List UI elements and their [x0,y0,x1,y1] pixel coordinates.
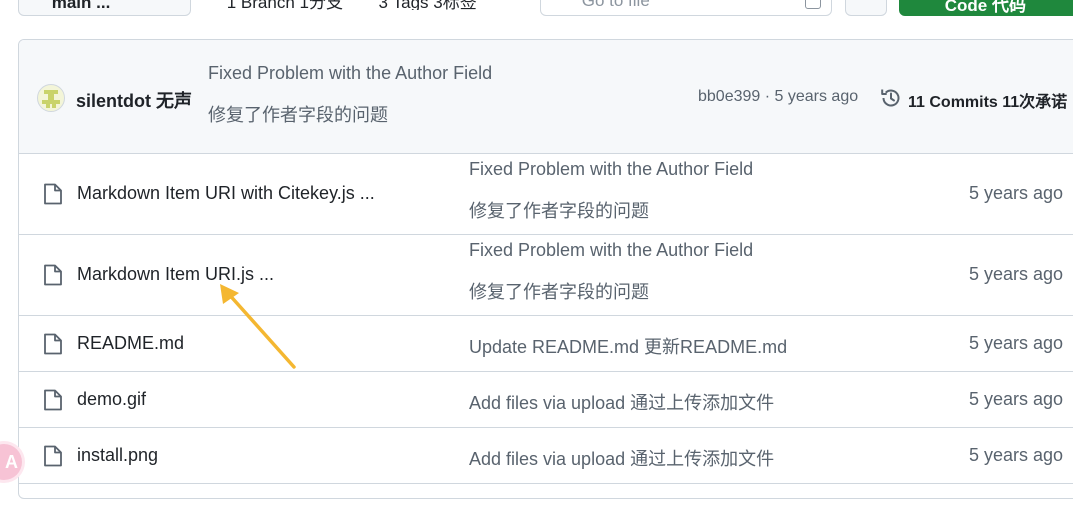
code-button[interactable]: Code 代码 [899,0,1073,16]
branch-count-link[interactable]: 1 Branch 1分支 [227,0,343,10]
go-to-file-input[interactable]: Go to file [540,0,832,16]
file-row[interactable]: README.md Update README.md 更新README.md 5… [19,316,1073,372]
file-icon [44,183,62,205]
branch-label: main [51,0,92,12]
file-name-link[interactable]: install.png [77,445,158,466]
commit-author[interactable]: silentdot 无声 [76,87,192,113]
file-commit-message[interactable]: Add files via upload 通过上传添加文件 [469,445,774,471]
tag-count-link[interactable]: 3 Tags 3标签 [378,0,476,10]
file-row[interactable]: Markdown Item URI with Citekey.js ... Fi… [19,154,1073,235]
file-row[interactable]: install.png Add files via upload 通过上传添加文… [19,428,1073,484]
file-commit-age: 5 years ago [968,445,1063,465]
branch-select-button[interactable]: main ... [18,0,191,16]
latest-commit-message-translation: 修复了作者字段的问题 [208,105,388,125]
file-name-link[interactable]: Markdown Item URI with Citekey.js ... [77,183,375,204]
file-commit-age: 5 years ago [968,183,1063,203]
file-commit-age: 5 years ago [968,264,1063,284]
file-commit-message[interactable]: Update README.md 更新README.md [469,333,787,359]
file-commit-message[interactable]: Fixed Problem with the Author Field [469,159,753,180]
file-icon [44,445,62,467]
add-file-button[interactable] [845,0,887,16]
code-button-label: Code 代码 [944,0,1026,15]
keyboard-shortcut-icon [805,0,821,9]
translate-icon-label: A [5,452,18,472]
file-commit-message-translation: 修复了作者字段的问题 [469,282,649,302]
file-name-link[interactable]: Markdown Item URI.js ... [77,264,274,285]
file-table: silentdot 无声 Fixed Problem with the Auth… [18,39,1073,499]
file-commit-age: 5 years ago [968,389,1063,409]
file-row[interactable]: demo.gif Add files via upload 通过上传添加文件 5… [19,372,1073,428]
go-to-file-placeholder: Go to file [581,0,650,10]
file-icon [44,264,62,286]
history-icon [881,89,900,107]
file-icon [44,389,62,411]
file-name-link[interactable]: demo.gif [77,389,146,410]
file-commit-message[interactable]: Add files via upload 通过上传添加文件 [469,389,774,415]
file-commit-message-translation: 修复了作者字段的问题 [469,201,649,221]
latest-commit-message[interactable]: Fixed Problem with the Author Field [208,63,492,84]
latest-commit-header: silentdot 无声 Fixed Problem with the Auth… [19,40,1073,154]
branch-tag-info: 1 Branch 1分支 3 Tags 3标签 [208,0,477,10]
avatar[interactable] [37,84,65,112]
file-commit-message[interactable]: Fixed Problem with the Author Field [469,240,753,261]
file-name-link[interactable]: README.md [77,333,184,354]
file-row[interactable]: Markdown Item URI.js ... Fixed Problem w… [19,235,1073,316]
commit-hash-age[interactable]: bb0e399 · 5 years ago [698,88,858,106]
commits-link[interactable]: 11 Commits 11次承诺 [908,88,1067,112]
file-icon [44,333,62,355]
file-commit-age: 5 years ago [968,333,1063,353]
